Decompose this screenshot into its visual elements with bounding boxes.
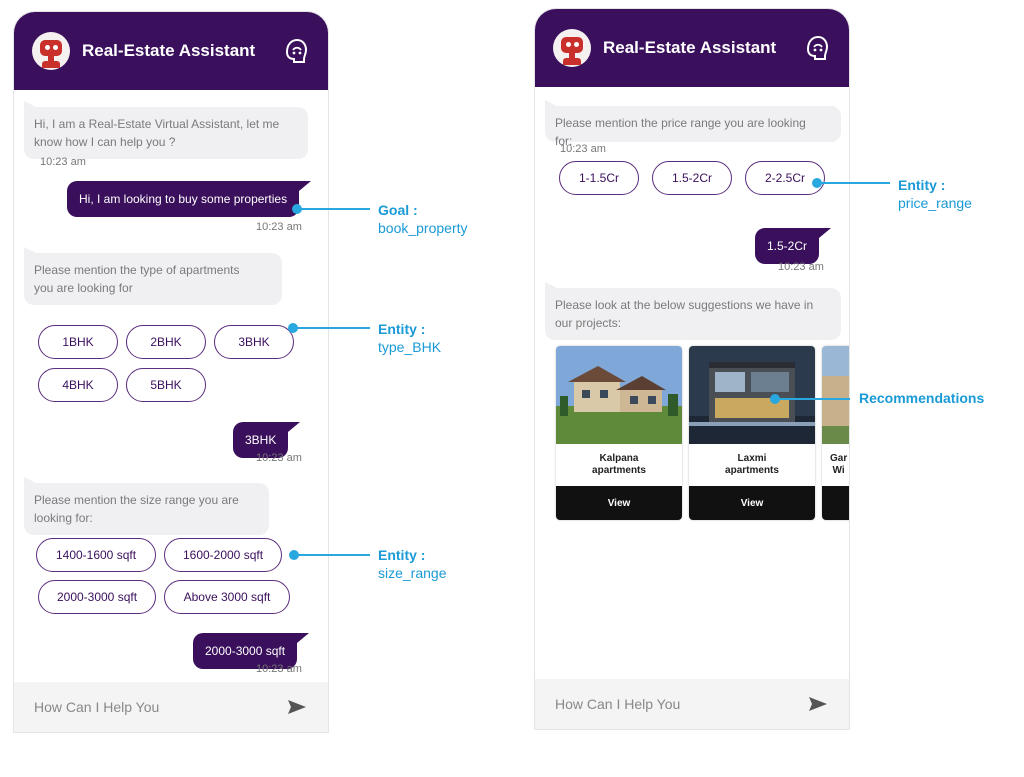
option-chip-2000-3000[interactable]: 2000-3000 sqft <box>38 580 156 614</box>
annotation-line <box>820 182 890 184</box>
bot-message-suggestions: Please look at the below suggestions we … <box>545 282 841 340</box>
property-name: Kalpana apartments <box>592 453 646 476</box>
message-input-bar[interactable]: How Can I Help You <box>14 682 328 732</box>
property-name: Laxmi apartments <box>725 453 779 476</box>
bot-avatar-icon <box>32 32 70 70</box>
property-card[interactable]: Gar Wi <box>822 346 849 520</box>
option-chip-1.5-2cr[interactable]: 1.5-2Cr <box>652 161 732 195</box>
annotation-recommendations: Recommendations <box>859 390 985 406</box>
option-chip-2bhk[interactable]: 2BHK <box>126 325 206 359</box>
option-chip-above-3000[interactable]: Above 3000 sqft <box>164 580 290 614</box>
option-chip-3bhk[interactable]: 3BHK <box>214 325 294 359</box>
message-input-bar[interactable]: How Can I Help You <box>535 679 849 729</box>
timestamp: 10:23 am <box>256 663 302 675</box>
timestamp: 10:23 am <box>256 221 302 233</box>
option-chip-5bhk[interactable]: 5BHK <box>126 368 206 402</box>
chat-window-left: Real-Estate Assistant Hi, I am a Real-Es… <box>13 11 329 733</box>
option-chip-1600-2000[interactable]: 1600-2000 sqft <box>164 538 282 572</box>
send-icon[interactable] <box>807 693 829 715</box>
bot-message-price-range: Please mention the price range you are l… <box>545 100 841 148</box>
view-button[interactable]: View <box>556 486 682 520</box>
send-icon[interactable] <box>286 696 308 718</box>
chat-window-right: Real-Estate Assistant Please mention the… <box>534 8 850 730</box>
timestamp: 10:23 am <box>40 156 86 168</box>
timestamp: 10:23 am <box>256 452 302 464</box>
annotation-line <box>297 554 370 556</box>
message-input[interactable]: How Can I Help You <box>555 696 807 712</box>
annotation-goal: Goal : book_property <box>378 202 468 236</box>
annotation-line <box>300 208 370 210</box>
chat-title: Real-Estate Assistant <box>603 38 777 57</box>
bot-message-size-range: Please mention the size range you are lo… <box>24 477 269 535</box>
agent-head-icon[interactable] <box>803 34 831 62</box>
annotation-price-range: Entity : price_range <box>898 177 972 211</box>
property-image <box>556 346 682 444</box>
user-message-goal: Hi, I am looking to buy some properties <box>67 181 312 217</box>
option-chip-1400-1600[interactable]: 1400-1600 sqft <box>36 538 156 572</box>
bot-avatar-icon <box>553 29 591 67</box>
timestamp: 10:23 am <box>560 143 606 155</box>
property-card[interactable]: Laxmi apartments View <box>689 346 815 520</box>
chat-header: Real-Estate Assistant <box>14 12 328 90</box>
annotation-line <box>296 327 370 329</box>
property-card[interactable]: Kalpana apartments View <box>556 346 682 520</box>
annotation-size-range: Entity : size_range <box>378 547 447 581</box>
view-button[interactable] <box>822 486 849 520</box>
bot-message-welcome: Hi, I am a Real-Estate Virtual Assistant… <box>24 101 308 159</box>
bot-message-apartment-type: Please mention the type of apartments yo… <box>24 247 282 305</box>
option-chip-1-1.5cr[interactable]: 1-1.5Cr <box>559 161 639 195</box>
user-message-price: 1.5-2Cr <box>755 228 832 264</box>
chat-title: Real-Estate Assistant <box>82 41 256 60</box>
annotation-type-bhk: Entity : type_BHK <box>378 321 442 355</box>
property-image <box>822 346 849 444</box>
option-chip-4bhk[interactable]: 4BHK <box>38 368 118 402</box>
property-image <box>689 346 815 444</box>
property-name: Gar Wi <box>830 453 848 476</box>
timestamp: 10:23 am <box>778 261 824 273</box>
message-input[interactable]: How Can I Help You <box>34 699 286 715</box>
annotation-line <box>778 398 850 400</box>
view-button[interactable]: View <box>689 486 815 520</box>
chat-header: Real-Estate Assistant <box>535 9 849 87</box>
option-chip-1bhk[interactable]: 1BHK <box>38 325 118 359</box>
agent-head-icon[interactable] <box>282 37 310 65</box>
